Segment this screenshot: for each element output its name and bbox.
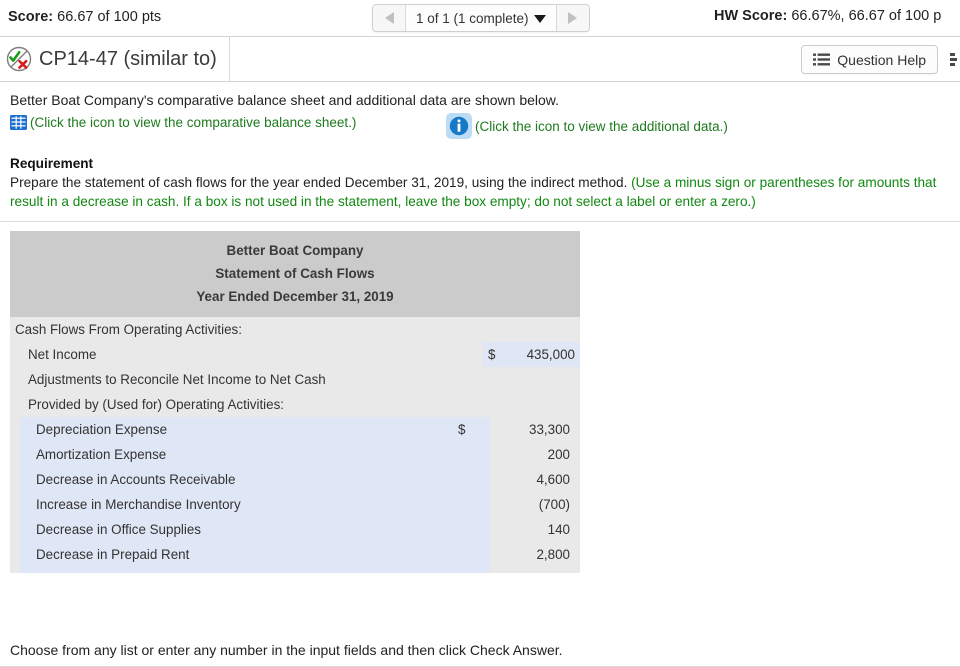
triangle-left-icon (384, 12, 394, 24)
cash-flow-statement-table: Better Boat Company Statement of Cash Fl… (10, 231, 580, 573)
homework-score-display: HW Score: 66.67%, 66.67 of 100 p (714, 8, 941, 24)
row-amount: 2,800 (536, 547, 570, 562)
statement-title: Statement of Cash Flows (215, 266, 375, 281)
statement-body: Cash Flows From Operating Activities: Net… (10, 317, 580, 573)
data-links-row: (Click the icon to view the comparative … (0, 113, 960, 141)
table-row: Decrease in Accounts Receivable 4,600 (10, 467, 580, 492)
table-row: Cash Flows From Operating Activities: (10, 317, 580, 342)
score-label: Score: (8, 9, 54, 25)
row-label: Amortization Expense (36, 447, 167, 462)
table-row: Amortization Expense 200 (10, 442, 580, 467)
statement-header: Better Boat Company Statement of Cash Fl… (10, 231, 580, 317)
table-row: Decrease in Office Supplies 140 (10, 517, 580, 542)
row-amount: 435,000 (526, 347, 575, 362)
row-label: Decrease in Accounts Receivable (36, 472, 236, 487)
row-amount: (700) (538, 497, 570, 512)
currency-symbol: $ (458, 422, 466, 437)
intro-text: Better Boat Company's comparative balanc… (10, 92, 560, 108)
requirement-heading: Requirement (10, 156, 94, 171)
row-label: Provided by (Used for) Operating Activit… (28, 397, 285, 412)
previous-question-button[interactable] (373, 5, 406, 31)
instruction-footer: Choose from any list or enter any number… (10, 642, 563, 658)
row-label: Cash Flows From Operating Activities: (15, 322, 242, 337)
next-question-button[interactable] (555, 5, 589, 31)
row-amount: 140 (547, 522, 570, 537)
row-amount: 4,600 (536, 472, 570, 487)
table-row: Increase in Merchandise Inventory (700) (10, 492, 580, 517)
net-income-amount-cell[interactable]: $435,000 (483, 342, 580, 367)
score-display: Score: 66.67 of 100 pts (8, 9, 161, 25)
page-title: CP14-47 (similar to) (39, 47, 217, 70)
info-icon-highlight (446, 113, 472, 139)
additional-data-link-text: (Click the icon to view the additional d… (475, 118, 728, 134)
question-help-button[interactable]: Question Help (801, 45, 938, 74)
list-icon (813, 53, 831, 66)
row-amount: 33,300 (529, 422, 570, 437)
table-row: Provided by (Used for) Operating Activit… (10, 392, 580, 417)
row-label: Depreciation Expense (36, 422, 168, 437)
question-content: Better Boat Company's comparative balanc… (0, 82, 960, 667)
table-row: Adjustments to Reconcile Net Income to N… (10, 367, 580, 392)
additional-data-link[interactable]: (Click the icon to view the additional d… (446, 113, 728, 139)
score-value: 66.67 of 100 pts (57, 9, 162, 25)
requirement-block: Requirement Prepare the statement of cas… (0, 154, 960, 211)
question-pager[interactable]: 1 of 1 (1 complete) (372, 4, 590, 32)
question-title-group: CP14-47 (similar to) (6, 37, 230, 81)
row-label: Adjustments to Reconcile Net Income to N… (28, 372, 326, 387)
hw-score-value: 66.67%, 66.67 of 100 p (791, 8, 942, 24)
cut-off-icon[interactable] (950, 51, 960, 67)
info-circle-icon (449, 116, 469, 136)
balance-sheet-link-text: (Click the icon to view the comparative … (30, 115, 357, 130)
triangle-right-icon (568, 12, 578, 24)
table-row: Decrease in Prepaid Rent 2,800 (10, 542, 580, 567)
hw-score-label: HW Score: (714, 8, 788, 24)
statement-period: Year Ended December 31, 2019 (196, 289, 394, 304)
row-label: Increase in Merchandise Inventory (36, 497, 241, 512)
question-selector-dropdown[interactable]: 1 of 1 (1 complete) (406, 5, 556, 31)
caret-down-icon (533, 15, 546, 23)
currency-symbol: $ (488, 347, 496, 362)
requirement-text: Prepare the statement of cash flows for … (10, 175, 632, 190)
question-help-label: Question Help (837, 51, 926, 68)
row-label: Decrease in Office Supplies (36, 522, 201, 537)
table-row: Net Income $435,000 (10, 342, 580, 367)
table-grid-icon (10, 115, 27, 130)
row-label: Net Income (28, 347, 97, 362)
row-amount: 200 (547, 447, 570, 462)
cut-off-glyph (950, 53, 957, 66)
balance-sheet-link[interactable]: (Click the icon to view the comparative … (10, 115, 356, 130)
row-label: Decrease in Prepaid Rent (36, 547, 190, 562)
statement-company: Better Boat Company (226, 243, 364, 258)
check-x-circle-icon (6, 46, 32, 72)
divider (0, 221, 960, 222)
question-position-label: 1 of 1 (1 complete) (416, 10, 529, 26)
requirement-body: Prepare the statement of cash flows for … (10, 173, 952, 211)
table-row: Depreciation Expense $33,300 (10, 417, 580, 442)
score-bar: Score: 66.67 of 100 pts 1 of 1 (1 comple… (0, 0, 960, 37)
question-header-bar: CP14-47 (similar to) Question Help (0, 37, 960, 82)
